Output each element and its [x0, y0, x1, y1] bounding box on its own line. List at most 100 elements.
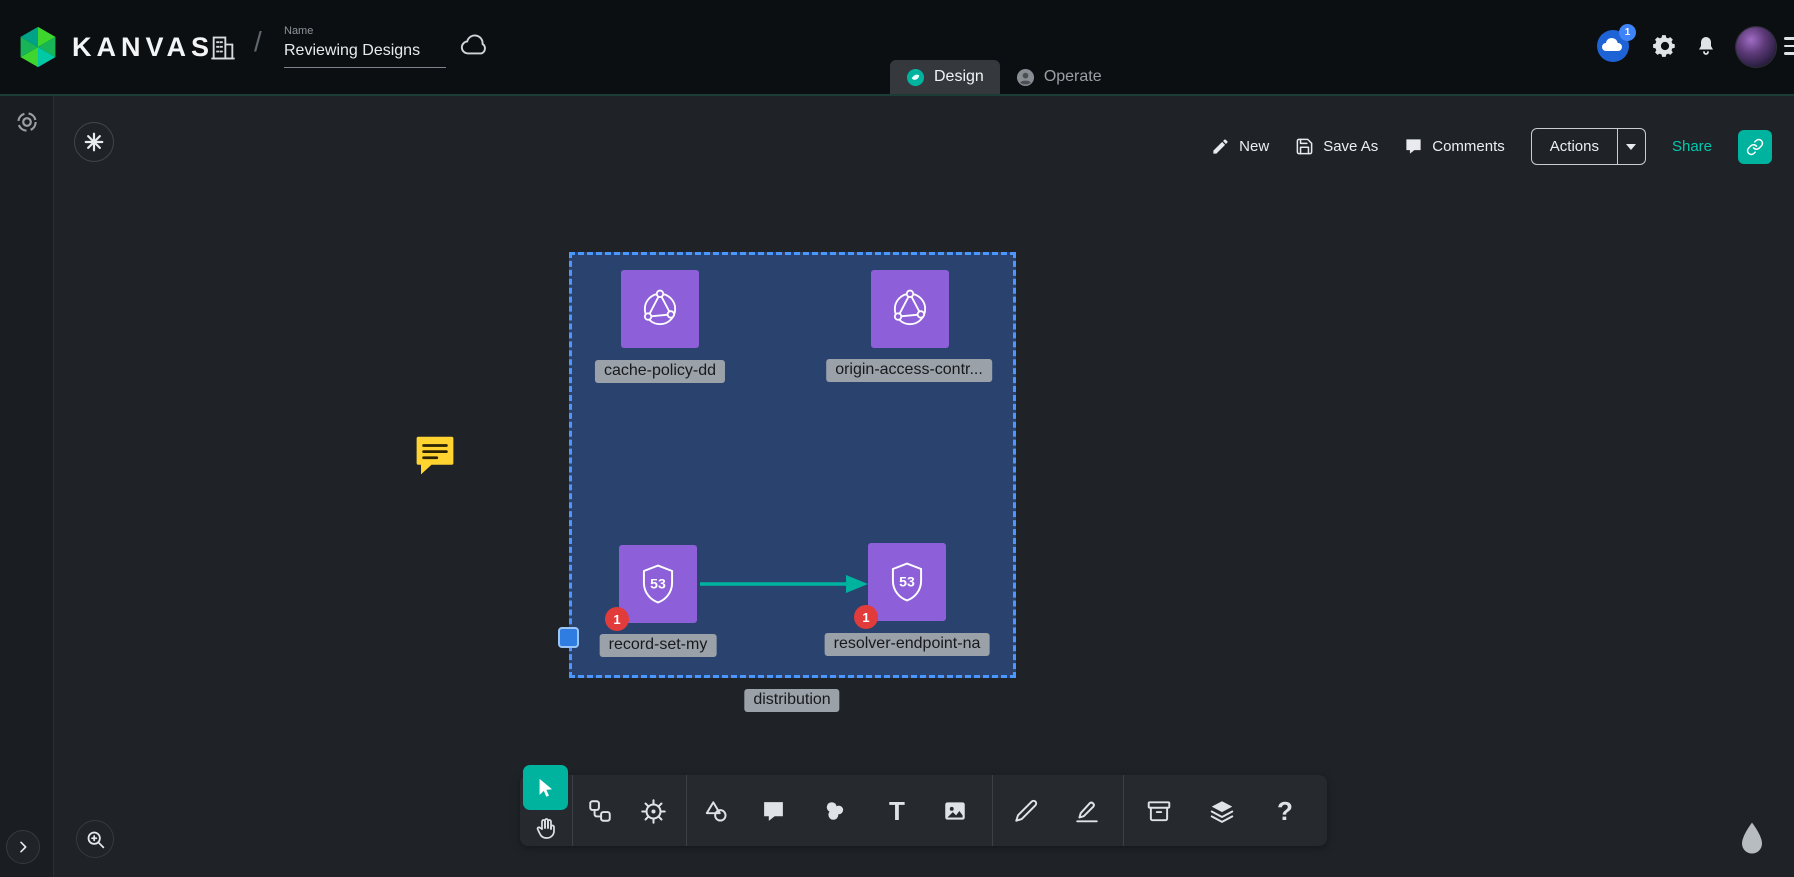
settings-button[interactable] — [1650, 31, 1680, 61]
node-resolver-endpoint[interactable]: 53 — [868, 543, 946, 621]
kanvas-logo: KANVAS — [16, 25, 214, 69]
image-icon — [942, 798, 968, 824]
actions-dropdown-toggle[interactable] — [1617, 129, 1645, 164]
dock-divider — [1123, 775, 1124, 846]
group-label-distribution[interactable]: distribution — [744, 689, 839, 712]
kanvas-logo-icon — [16, 25, 60, 69]
comment-marker[interactable] — [414, 433, 456, 482]
node-label[interactable]: resolver-endpoint-na — [825, 633, 990, 656]
design-name-field: Name — [284, 25, 446, 68]
sync-status-button[interactable] — [458, 32, 492, 58]
route53-shield-icon: 53 — [632, 558, 684, 610]
select-tool[interactable] — [523, 765, 568, 810]
helm-tool[interactable] — [632, 790, 674, 832]
layers-icon — [1209, 798, 1235, 824]
error-count-badge[interactable]: 1 — [605, 607, 629, 631]
flower-icon — [83, 131, 105, 153]
comment-tool[interactable] — [752, 790, 794, 832]
help-tool[interactable]: ? — [1264, 790, 1306, 832]
node-record-set[interactable]: 53 — [619, 545, 697, 623]
pan-tool[interactable] — [529, 813, 563, 843]
share-button[interactable]: Share — [1672, 138, 1712, 155]
selection-handle[interactable] — [558, 627, 579, 648]
hamburger-icon — [1784, 37, 1794, 40]
sidebar-expand-button[interactable] — [6, 830, 40, 864]
chevron-right-icon — [15, 839, 31, 855]
error-count-badge[interactable]: 1 — [854, 605, 878, 629]
node-label[interactable]: cache-policy-dd — [595, 360, 725, 383]
image-tool[interactable] — [934, 790, 976, 832]
building-icon — [209, 34, 237, 62]
route53-shield-icon: 53 — [881, 556, 933, 608]
actions-label: Actions — [1532, 129, 1617, 164]
link-icon — [1746, 138, 1764, 156]
text-tool[interactable]: T — [876, 790, 918, 832]
layers-tool[interactable] — [1201, 790, 1243, 832]
helm-wheel-icon — [640, 798, 667, 825]
tab-design-label: Design — [934, 68, 984, 86]
new-label: New — [1239, 138, 1269, 155]
node-cache-policy[interactable] — [621, 270, 699, 348]
node-origin-access-control[interactable] — [871, 270, 949, 348]
node-label[interactable]: origin-access-contr... — [826, 359, 992, 382]
notifications-button[interactable] — [1692, 32, 1719, 60]
copy-link-button[interactable] — [1738, 130, 1772, 164]
text-tool-icon: T — [889, 798, 905, 824]
whats-new-button[interactable] — [74, 122, 114, 162]
gear-icon — [1652, 33, 1678, 59]
tab-operate-label: Operate — [1044, 68, 1102, 86]
tab-operate[interactable]: Operate — [1000, 60, 1118, 94]
kanvas-app: KANVAS / Name — [0, 0, 1794, 877]
pencil-icon — [1211, 137, 1230, 156]
left-sidebar — [0, 96, 54, 877]
name-label: Name — [284, 25, 446, 37]
hand-icon — [534, 816, 558, 840]
bell-icon — [1694, 33, 1718, 59]
tab-design[interactable]: Design — [890, 60, 1000, 94]
caret-down-icon — [1625, 143, 1637, 151]
cloudfront-globe-icon — [884, 283, 936, 335]
logo-text: KANVAS — [72, 32, 214, 63]
dock-divider — [572, 775, 573, 846]
new-button[interactable]: New — [1211, 137, 1269, 156]
tools-dock: T — [520, 775, 1327, 846]
dock-divider — [992, 775, 993, 846]
organization-button[interactable] — [206, 31, 240, 65]
pencil-outline-icon — [1013, 798, 1039, 824]
workflow-icon — [587, 798, 613, 824]
meshery-ring-icon[interactable] — [14, 109, 40, 135]
comment-bubble-icon — [414, 433, 456, 479]
dock-divider — [686, 775, 687, 846]
save-as-button[interactable]: Save As — [1295, 137, 1378, 156]
operate-tab-icon — [1016, 68, 1035, 87]
edge-record-to-resolver[interactable] — [696, 569, 874, 599]
design-tab-icon — [906, 68, 925, 87]
metaballs-tool[interactable] — [814, 790, 856, 832]
design-name-input[interactable] — [284, 39, 446, 68]
sketch-tool[interactable] — [1005, 790, 1047, 832]
actions-button[interactable]: Actions — [1531, 128, 1646, 165]
pen-icon — [1074, 798, 1100, 824]
comments-label: Comments — [1432, 138, 1505, 155]
help-icon: ? — [1277, 798, 1293, 824]
user-avatar[interactable] — [1736, 27, 1776, 67]
node-label[interactable]: record-set-my — [600, 634, 717, 657]
pen-tool[interactable] — [1066, 790, 1108, 832]
svg-text:53: 53 — [650, 575, 666, 591]
comments-button[interactable]: Comments — [1404, 137, 1505, 156]
archive-drawer-icon — [1146, 798, 1172, 824]
ink-drop-icon — [1735, 819, 1769, 859]
zoom-button[interactable] — [76, 820, 114, 858]
metaballs-icon — [822, 798, 848, 824]
canvas-toolbar: New Save As Comments Actions Share — [1211, 128, 1772, 165]
cloud-provider-button[interactable]: 1 — [1596, 29, 1630, 63]
ink-drop-button[interactable] — [1732, 818, 1772, 862]
archive-tool[interactable] — [1138, 790, 1180, 832]
cloud-icon — [459, 33, 491, 57]
svg-text:53: 53 — [899, 573, 915, 589]
workflow-tool[interactable] — [579, 790, 621, 832]
comment-icon — [1404, 137, 1423, 156]
comment-tool-icon — [761, 799, 786, 824]
overflow-menu-button[interactable] — [1784, 37, 1794, 55]
shapes-tool[interactable] — [695, 790, 737, 832]
